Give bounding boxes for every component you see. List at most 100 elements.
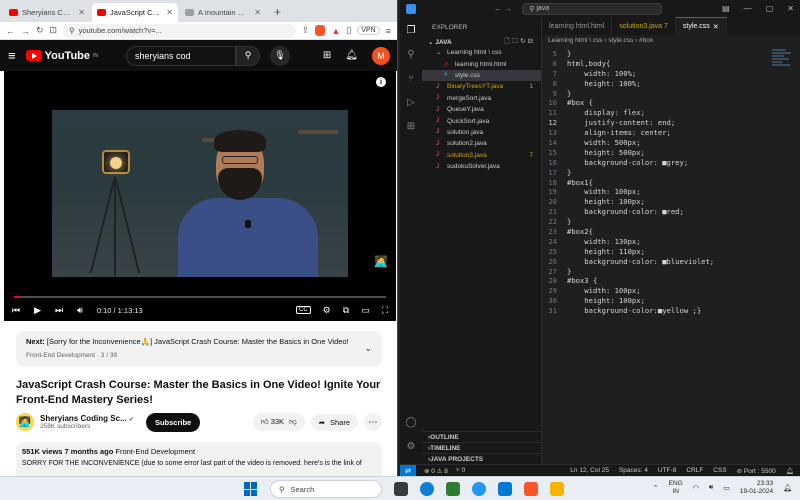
- channel-avatar[interactable]: 🧑‍💻: [16, 413, 34, 431]
- youtube-logo[interactable]: YouTube IN: [25, 50, 98, 62]
- search-icon[interactable]: ⚲: [405, 49, 417, 61]
- language-indicator[interactable]: ENG IN: [669, 480, 683, 496]
- progress-bar[interactable]: [14, 296, 386, 298]
- share-button[interactable]: ➦ Share: [310, 413, 358, 431]
- encoding[interactable]: UTF-8: [658, 467, 676, 475]
- url-field[interactable]: ⚲ youtube.com/watch?v=...: [63, 23, 296, 38]
- layout-icon[interactable]: ▤: [722, 4, 730, 13]
- vpn-button[interactable]: VPN: [357, 26, 380, 35]
- file-explorer-icon[interactable]: [550, 482, 564, 496]
- brave-taskbar-icon[interactable]: [524, 482, 538, 496]
- editor-tab[interactable]: style.css ✕: [675, 17, 727, 35]
- brave-shields-icon[interactable]: [315, 25, 326, 36]
- sidebar-section-timeline[interactable]: › TIMELINE: [422, 442, 542, 453]
- notifications-icon[interactable]: 🔔︎: [345, 50, 358, 61]
- more-actions-button[interactable]: ⋯: [364, 413, 382, 431]
- browser-tab[interactable]: JavaScript Crash Co ✕: [92, 3, 178, 22]
- file-item[interactable]: Jsolution3.java 7: [422, 150, 541, 161]
- captions-button[interactable]: CC: [295, 306, 311, 314]
- voice-search-button[interactable]: 🎙: [270, 45, 291, 66]
- code-view[interactable]: 5} 6 html,body{7 width: 100%; 8 height: 100…: [542, 49, 800, 316]
- remote-icon[interactable]: ⇄: [400, 464, 416, 476]
- run-debug-icon[interactable]: ▷: [405, 97, 417, 109]
- sidebar-icon[interactable]: ▯: [346, 25, 351, 36]
- channel-watermark-icon[interactable]: 🧑‍💻: [374, 255, 388, 268]
- up-next-card[interactable]: Next: [Sorry for the Inconvenience🙏] Jav…: [16, 331, 382, 367]
- youtube-search-input[interactable]: sheryians cod: [126, 45, 237, 66]
- subscribe-button[interactable]: Subscribe: [145, 412, 201, 432]
- rewards-icon[interactable]: ▲: [331, 26, 340, 36]
- create-icon[interactable]: ⊞: [323, 50, 331, 61]
- close-tab-icon[interactable]: ✕: [254, 8, 261, 17]
- share-icon[interactable]: ⇪: [302, 25, 310, 36]
- info-icon[interactable]: i: [376, 77, 386, 87]
- file-item[interactable]: Jsolution.java: [422, 127, 541, 138]
- notification-bell-icon[interactable]: 🔔︎: [783, 484, 792, 492]
- edge-icon[interactable]: [420, 482, 434, 496]
- vscode-taskbar-icon[interactable]: [498, 482, 512, 496]
- previous-icon[interactable]: ⏮: [12, 305, 20, 316]
- sidebar-section-outline[interactable]: › OUTLINE: [422, 431, 542, 442]
- next-icon[interactable]: ⏭: [55, 305, 63, 316]
- project-header[interactable]: ⌄ JAVA 🗋🗀↻⊟: [422, 37, 541, 47]
- channel-name[interactable]: Sheryians Coding Sc...: [40, 414, 127, 423]
- breadcrumb[interactable]: Learning html \ css › style.css › #box: [542, 35, 800, 46]
- volume-icon[interactable]: 🔊︎: [77, 305, 83, 316]
- language-mode[interactable]: CSS: [713, 467, 726, 475]
- site-info-icon[interactable]: ⚲: [69, 26, 75, 35]
- close-tab-icon[interactable]: ✕: [78, 8, 85, 17]
- miniplayer-icon[interactable]: ⧉: [343, 305, 349, 316]
- channel-name-line[interactable]: Sheryians Coding Sc... ✔: [40, 414, 134, 423]
- close-tab-icon[interactable]: ✕: [166, 8, 173, 17]
- close-icon[interactable]: ✕: [787, 4, 794, 13]
- account-avatar[interactable]: M: [372, 46, 390, 65]
- description-tag[interactable]: Front-End Development: [115, 447, 195, 456]
- explorer-toolbar-icons[interactable]: 🗋🗀↻⊟: [504, 37, 535, 48]
- chevron-up-icon[interactable]: ⌃: [653, 484, 659, 492]
- browser-tab[interactable]: Sheryians Coding Scho ✕: [4, 3, 90, 22]
- nav-arrows[interactable]: ← →: [494, 4, 512, 13]
- video-player[interactable]: i 🧑‍💻: [4, 71, 396, 321]
- theater-mode-icon[interactable]: ▭: [361, 305, 370, 316]
- back-icon[interactable]: ←: [6, 26, 15, 36]
- new-tab-button[interactable]: +: [268, 5, 287, 22]
- command-center[interactable]: ⚲ java: [522, 2, 663, 15]
- sidebar-section-java-projects[interactable]: › JAVA PROJECTS: [422, 453, 542, 464]
- clock[interactable]: 23:33 19-01-2024: [740, 480, 773, 496]
- battery-icon[interactable]: ▭: [723, 484, 730, 492]
- file-item[interactable]: Jsolution2.java: [422, 138, 541, 149]
- forward-icon[interactable]: →: [21, 26, 30, 36]
- explorer-icon[interactable]: ❐: [405, 25, 417, 37]
- file-item[interactable]: JmergeSort.java: [422, 93, 541, 104]
- reload-icon[interactable]: ↻: [36, 25, 44, 36]
- menu-icon[interactable]: ≡: [386, 26, 391, 36]
- chrome-icon[interactable]: [472, 482, 486, 496]
- chevron-down-icon[interactable]: ⌄: [364, 343, 372, 354]
- extensions-icon[interactable]: ⊞: [405, 121, 417, 133]
- cursor-position[interactable]: Ln 12, Col 25: [570, 467, 609, 475]
- dislike-button[interactable]: 👎︎: [289, 417, 297, 427]
- file-item[interactable]: # style.css: [422, 69, 541, 82]
- file-item[interactable]: J QuickSort.java: [422, 115, 541, 126]
- line-ending[interactable]: CRLF: [686, 467, 703, 475]
- minimap[interactable]: [772, 49, 796, 79]
- indentation[interactable]: Spaces: 4: [619, 467, 648, 475]
- windows-start-icon[interactable]: [244, 482, 258, 496]
- file-item[interactable]: ⌄ Learning html \ css: [422, 47, 541, 58]
- settings-gear-icon[interactable]: ⚙: [405, 441, 417, 453]
- store-icon[interactable]: [446, 482, 460, 496]
- file-item[interactable]: J QueueY.java: [422, 104, 541, 115]
- task-view-icon[interactable]: [394, 482, 408, 496]
- file-item[interactable]: JsudokuSolver.java: [422, 161, 541, 172]
- live-server-port[interactable]: ⊘ Port : 5500: [737, 467, 776, 475]
- fullscreen-icon[interactable]: ⛶: [382, 305, 388, 316]
- browser-tab[interactable]: A mountain with stars i✕: [180, 3, 266, 22]
- close-icon[interactable]: ✕: [713, 23, 719, 31]
- editor-tab[interactable]: solution3.java 7: [612, 17, 676, 35]
- account-icon[interactable]: ◯: [405, 417, 417, 429]
- like-button[interactable]: 👍︎ 33K: [261, 417, 284, 427]
- ports-status[interactable]: ⑂ 0: [456, 467, 465, 474]
- minimize-icon[interactable]: —: [744, 4, 752, 13]
- bell-icon[interactable]: 🔔︎: [786, 467, 794, 475]
- play-icon[interactable]: ▶: [34, 305, 41, 316]
